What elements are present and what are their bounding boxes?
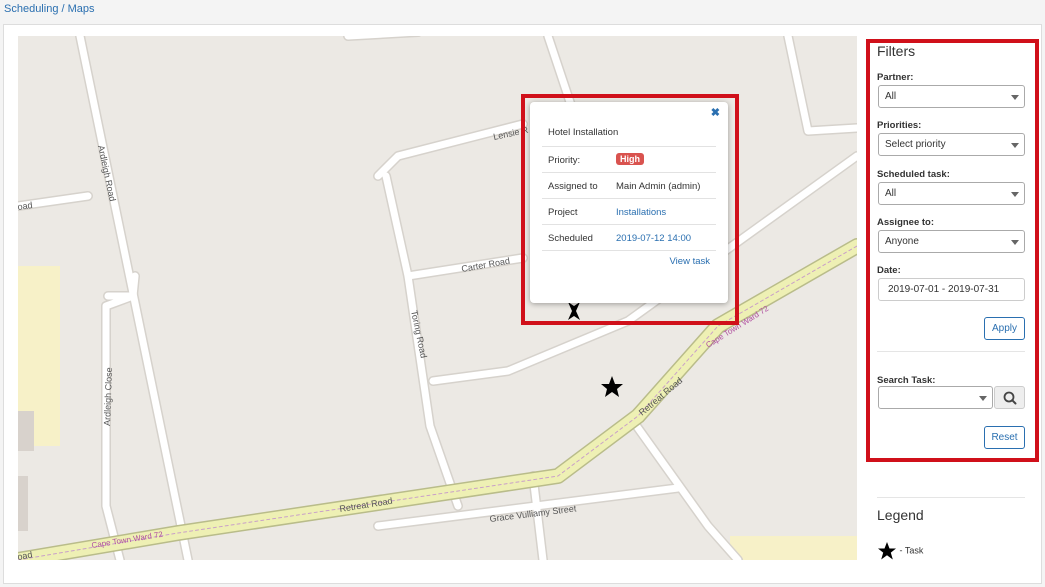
legend-title: Legend [877, 507, 924, 523]
star-icon [878, 542, 896, 560]
reset-button[interactable]: Reset [984, 426, 1025, 449]
road-label-ardleigh-close: Ardleigh Close [102, 367, 114, 426]
scheduled-task-label: Scheduled task: [877, 169, 950, 180]
partner-select[interactable]: All [878, 85, 1025, 108]
filters-divider [877, 351, 1025, 352]
date-range-input[interactable]: 2019-07-01 - 2019-07-31 [878, 278, 1025, 301]
task-marker-star-icon[interactable] [601, 376, 623, 397]
assignee-value: Anyone [885, 236, 919, 247]
chevron-down-icon [1011, 192, 1019, 197]
legend-divider [877, 497, 1025, 498]
priorities-select[interactable]: Select priority [878, 133, 1025, 156]
legend-task-label: - Task [899, 545, 924, 556]
map-canvas[interactable]: Lensie R Ardleigh Road Carter Road Torin… [18, 36, 857, 560]
scheduled-task-select[interactable]: All [878, 182, 1025, 205]
chevron-down-icon [1011, 95, 1019, 100]
road-label-ardleigh-road: Ardleigh Road [96, 144, 118, 202]
assignee-label: Assignee to: [877, 217, 935, 228]
search-button[interactable] [994, 386, 1025, 409]
partner-label: Partner: [877, 72, 914, 83]
search-task-select[interactable] [878, 386, 993, 409]
legend-item-task: - Task [877, 541, 923, 561]
road-label-carter: Carter Road [461, 256, 511, 274]
filters-title: Filters [877, 43, 916, 59]
search-icon [1003, 391, 1017, 405]
chevron-down-icon [1011, 143, 1019, 148]
partner-value: All [885, 91, 897, 102]
popup-highlight-frame [521, 94, 739, 325]
priorities-value: Select priority [885, 139, 946, 150]
road-label-oad-top: oad [18, 200, 33, 212]
search-task-label: Search Task: [877, 375, 936, 386]
apply-button[interactable]: Apply [984, 317, 1025, 340]
assignee-select[interactable]: Anyone [878, 230, 1025, 253]
date-label: Date: [877, 265, 901, 276]
chevron-down-icon [979, 396, 987, 401]
chevron-down-icon [1011, 240, 1019, 245]
priorities-label: Priorities: [877, 120, 922, 131]
main-panel: Lensie R Ardleigh Road Carter Road Torin… [3, 24, 1042, 584]
scheduled-task-value: All [885, 188, 897, 199]
breadcrumb[interactable]: Scheduling / Maps [4, 3, 95, 15]
road-label-oad-bottom: oad [18, 550, 33, 560]
